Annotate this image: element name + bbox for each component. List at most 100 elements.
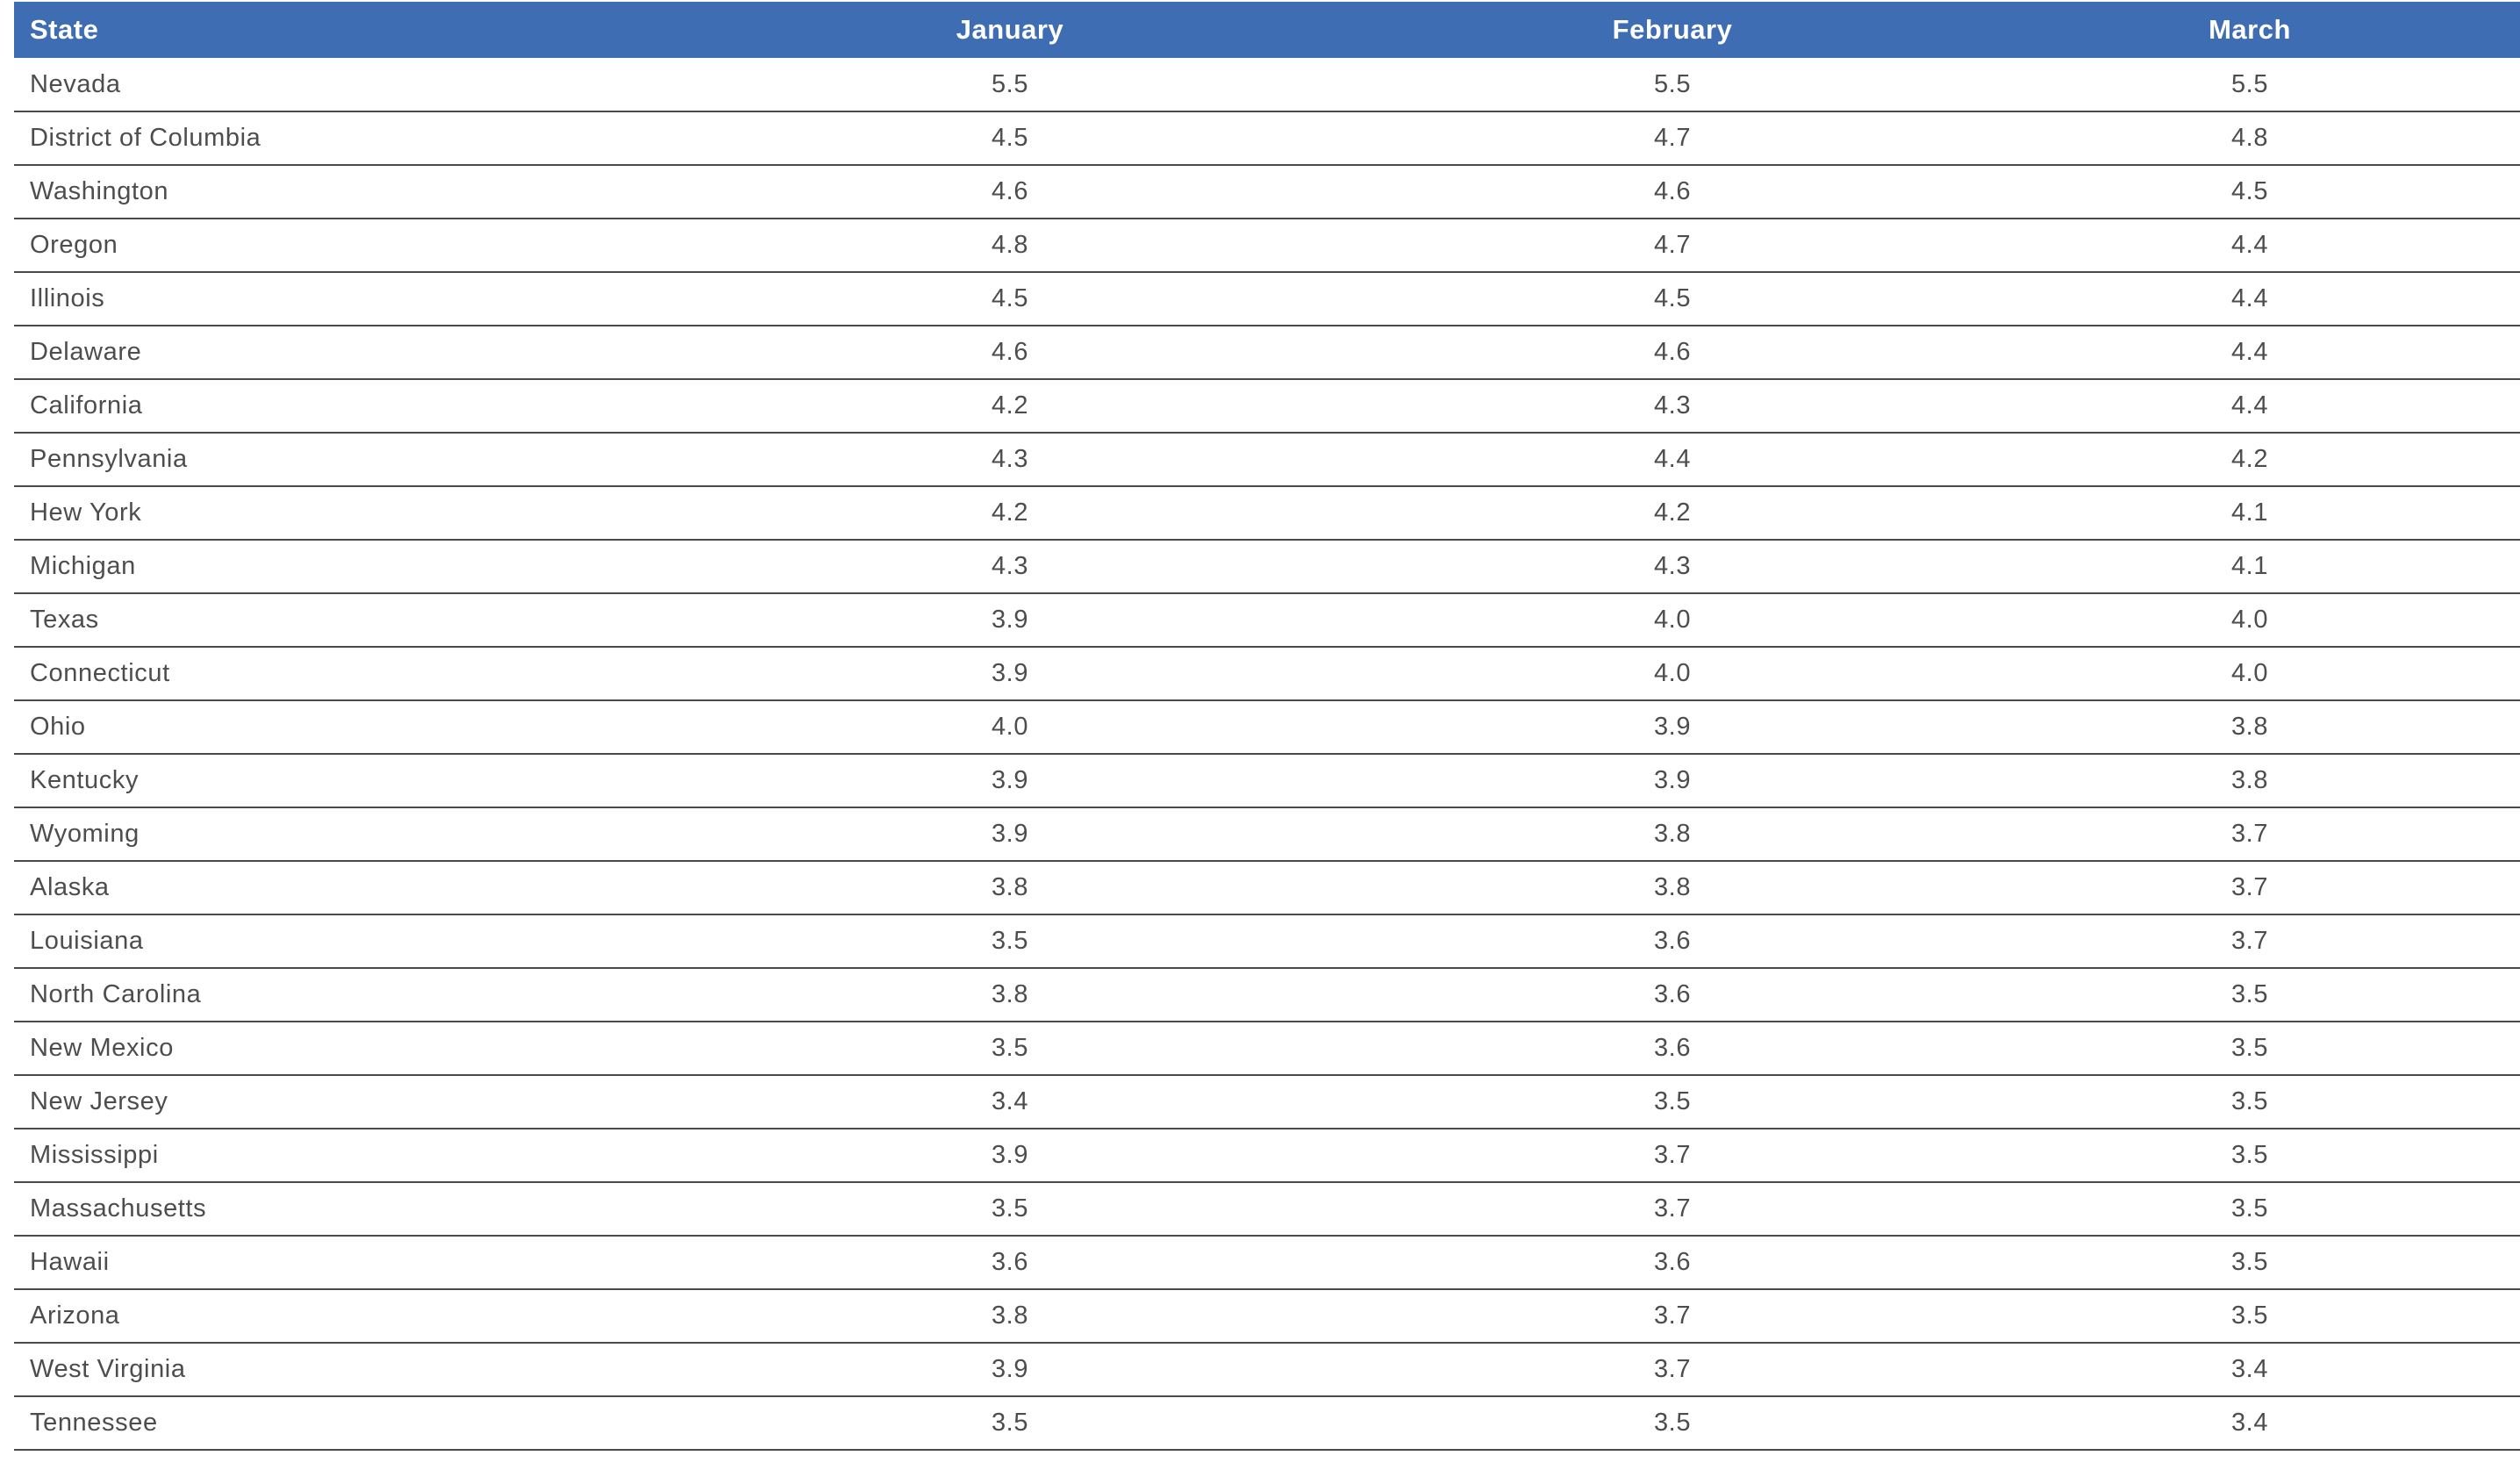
january-cell: 3.9	[655, 593, 1365, 648]
table-row: District of Columbia 4.5 4.7 4.8	[14, 111, 2520, 166]
table-row: Hew York 4.2 4.2 4.1	[14, 486, 2520, 541]
february-cell: 3.6	[1365, 968, 1979, 1022]
table-row: Tennessee 3.5 3.5 3.4	[14, 1396, 2520, 1451]
march-cell: 4.8	[1979, 111, 2520, 166]
state-cell: Alaska	[14, 861, 655, 915]
table-row: Hawaii 3.6 3.6 3.5	[14, 1236, 2520, 1290]
table-row: Delaware 4.6 4.6 4.4	[14, 326, 2520, 380]
table-row: Massachusetts 3.5 3.7 3.5	[14, 1182, 2520, 1237]
february-cell: 3.7	[1365, 1129, 1979, 1183]
february-cell: 3.5	[1365, 1075, 1979, 1129]
table-row: Wyoming 3.9 3.8 3.7	[14, 807, 2520, 862]
state-cell: Michigan	[14, 540, 655, 594]
table-row: Arizona 3.8 3.7 3.5	[14, 1289, 2520, 1344]
column-header-january[interactable]: January	[655, 2, 1365, 58]
february-cell: 3.7	[1365, 1182, 1979, 1237]
table-header: State January February March	[14, 2, 2520, 58]
march-cell: 3.7	[1979, 914, 2520, 969]
march-cell: 4.5	[1979, 165, 2520, 219]
state-cell: Nevada	[14, 58, 655, 112]
february-cell: 4.6	[1365, 165, 1979, 219]
february-cell: 4.7	[1365, 111, 1979, 166]
february-cell: 3.9	[1365, 700, 1979, 755]
january-cell: 3.4	[655, 1075, 1365, 1129]
march-cell: 4.4	[1979, 379, 2520, 434]
table-row: Michigan 4.3 4.3 4.1	[14, 540, 2520, 594]
table-row: Louisiana 3.5 3.6 3.7	[14, 914, 2520, 969]
table-row: West Virginia 3.9 3.7 3.4	[14, 1343, 2520, 1397]
january-cell: 4.3	[655, 433, 1365, 487]
january-cell: 3.9	[655, 807, 1365, 862]
state-cell: District of Columbia	[14, 111, 655, 166]
january-cell: 4.6	[655, 165, 1365, 219]
state-cell: Mississippi	[14, 1129, 655, 1183]
state-cell: Massachusetts	[14, 1182, 655, 1237]
table-row: Kentucky 3.9 3.9 3.8	[14, 754, 2520, 808]
state-cell: Wyoming	[14, 807, 655, 862]
state-cell: Ohio	[14, 700, 655, 755]
february-cell: 3.6	[1365, 914, 1979, 969]
table-row: Nevada 5.5 5.5 5.5	[14, 58, 2520, 112]
march-cell: 3.5	[1979, 1236, 2520, 1290]
february-cell: 4.7	[1365, 219, 1979, 273]
january-cell: 3.6	[655, 1236, 1365, 1290]
february-cell: 3.6	[1365, 1022, 1979, 1076]
table-row: Alaska 3.8 3.8 3.7	[14, 861, 2520, 915]
march-cell: 4.0	[1979, 593, 2520, 648]
column-header-march[interactable]: March	[1979, 2, 2520, 58]
january-cell: 3.5	[655, 1022, 1365, 1076]
table-row: New Mexico 3.5 3.6 3.5	[14, 1022, 2520, 1076]
state-cell: Washington	[14, 165, 655, 219]
february-cell: 3.8	[1365, 861, 1979, 915]
february-cell: 3.6	[1365, 1236, 1979, 1290]
january-cell: 5.5	[655, 58, 1365, 112]
february-cell: 4.3	[1365, 540, 1979, 594]
table-row: New Jersey 3.4 3.5 3.5	[14, 1075, 2520, 1129]
january-cell: 3.9	[655, 754, 1365, 808]
table-row: Texas 3.9 4.0 4.0	[14, 593, 2520, 648]
unemployment-table: State January February March Nevada 5.5 5.…	[14, 2, 2520, 1451]
state-cell: Texas	[14, 593, 655, 648]
table-row: Pennsylvania 4.3 4.4 4.2	[14, 433, 2520, 487]
january-cell: 4.5	[655, 111, 1365, 166]
march-cell: 4.4	[1979, 326, 2520, 380]
table-page: State January February March Nevada 5.5 5.…	[0, 0, 2520, 1470]
state-cell: Pennsylvania	[14, 433, 655, 487]
column-header-february[interactable]: February	[1365, 2, 1979, 58]
state-cell: Louisiana	[14, 914, 655, 969]
march-cell: 3.5	[1979, 1289, 2520, 1344]
january-cell: 4.6	[655, 326, 1365, 380]
january-cell: 3.8	[655, 968, 1365, 1022]
january-cell: 4.8	[655, 219, 1365, 273]
march-cell: 3.7	[1979, 807, 2520, 862]
march-cell: 3.5	[1979, 968, 2520, 1022]
state-cell: West Virginia	[14, 1343, 655, 1397]
march-cell: 3.5	[1979, 1022, 2520, 1076]
march-cell: 3.7	[1979, 861, 2520, 915]
state-cell: Oregon	[14, 219, 655, 273]
march-cell: 3.8	[1979, 754, 2520, 808]
state-cell: Illinois	[14, 272, 655, 326]
state-cell: Delaware	[14, 326, 655, 380]
march-cell: 4.1	[1979, 486, 2520, 541]
january-cell: 4.3	[655, 540, 1365, 594]
february-cell: 4.5	[1365, 272, 1979, 326]
february-cell: 3.5	[1365, 1396, 1979, 1451]
january-cell: 3.5	[655, 914, 1365, 969]
table-row: Washington 4.6 4.6 4.5	[14, 165, 2520, 219]
state-cell: Hew York	[14, 486, 655, 541]
january-cell: 4.2	[655, 379, 1365, 434]
table-row: Mississippi 3.9 3.7 3.5	[14, 1129, 2520, 1183]
january-cell: 4.0	[655, 700, 1365, 755]
state-cell: California	[14, 379, 655, 434]
march-cell: 3.4	[1979, 1343, 2520, 1397]
column-header-state[interactable]: State	[14, 2, 655, 58]
february-cell: 4.2	[1365, 486, 1979, 541]
january-cell: 3.9	[655, 1343, 1365, 1397]
march-cell: 3.5	[1979, 1129, 2520, 1183]
state-cell: Connecticut	[14, 647, 655, 701]
february-cell: 4.3	[1365, 379, 1979, 434]
february-cell: 3.7	[1365, 1289, 1979, 1344]
january-cell: 3.5	[655, 1396, 1365, 1451]
header-row: State January February March	[14, 2, 2520, 58]
